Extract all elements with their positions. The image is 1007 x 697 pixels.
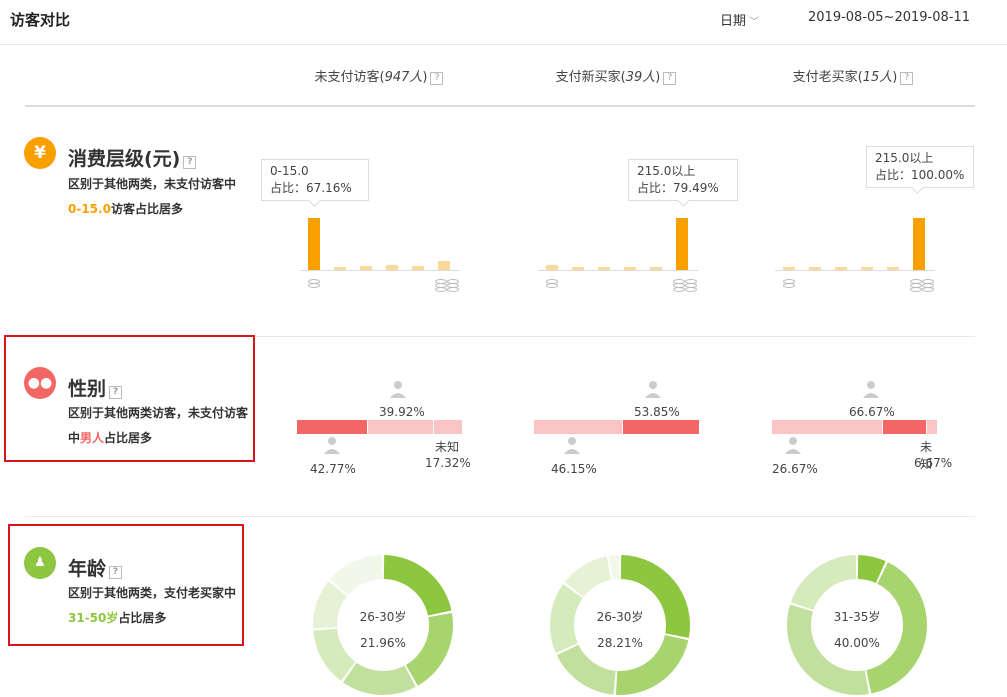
coin-icon bbox=[435, 279, 447, 284]
female-percent: 53.85% bbox=[634, 405, 680, 419]
unknown-bar bbox=[434, 420, 462, 434]
column-header-unpaid: 未支付访客(947人)? bbox=[279, 66, 479, 85]
female-bar bbox=[534, 420, 622, 434]
spending-bar[interactable] bbox=[438, 261, 450, 270]
header-divider bbox=[0, 44, 1007, 45]
spending-tooltip: 215.0以上 占比：100.00% bbox=[866, 146, 974, 188]
chart-baseline bbox=[300, 270, 460, 271]
age-donut-slice[interactable] bbox=[342, 662, 416, 695]
spending-bar[interactable] bbox=[624, 266, 636, 270]
section-desc-age: 区别于其他两类，支付老买家中31-50岁占比居多 bbox=[68, 586, 237, 625]
male-person-icon bbox=[324, 437, 340, 454]
chart-baseline bbox=[775, 270, 935, 271]
section-desc-gender: 区别于其他两类访客，未支付访客中男人占比居多 bbox=[68, 406, 249, 445]
female-percent: 66.67% bbox=[849, 405, 895, 419]
spending-bar[interactable] bbox=[308, 218, 320, 270]
date-dropdown[interactable]: 日期 ﹀ bbox=[720, 10, 759, 29]
age-donut-slice[interactable] bbox=[608, 555, 620, 580]
column-divider bbox=[25, 105, 975, 107]
family-icon: ♟ bbox=[24, 547, 56, 579]
coin-icon bbox=[447, 279, 459, 284]
section-desc-spending: 区别于其他两类，未支付访客中0-15.0访客占比居多 bbox=[68, 177, 237, 216]
gender-chart: 53.85% 46.15% bbox=[534, 378, 704, 478]
female-bar bbox=[368, 420, 433, 434]
column-header-old-buyers: 支付老买家(15人)? bbox=[753, 66, 953, 85]
unknown-percent: 6.67% bbox=[914, 456, 953, 470]
help-icon[interactable]: ? bbox=[900, 72, 914, 85]
male-percent: 46.15% bbox=[551, 462, 597, 476]
spending-bar[interactable] bbox=[334, 267, 346, 270]
male-percent: 26.67% bbox=[772, 462, 818, 476]
male-percent: 42.77% bbox=[310, 462, 356, 476]
spending-bar[interactable] bbox=[412, 266, 424, 270]
coin-icon bbox=[922, 279, 934, 284]
help-icon[interactable]: ? bbox=[183, 156, 197, 169]
female-percent: 39.92% bbox=[379, 405, 425, 419]
coin-icon bbox=[673, 279, 685, 284]
help-icon[interactable]: ? bbox=[430, 72, 444, 85]
donut-center: 31-35岁 40.00% bbox=[833, 610, 881, 650]
male-bar bbox=[297, 420, 367, 434]
age-donut-slice[interactable] bbox=[790, 555, 857, 611]
spending-tooltip: 0-15.0 占比：67.16% bbox=[261, 159, 369, 201]
male-person-icon bbox=[785, 437, 801, 454]
age-donut-slice[interactable] bbox=[550, 584, 583, 653]
chevron-down-icon: ﹀ bbox=[749, 17, 760, 28]
section-title-age: 年龄? bbox=[68, 554, 123, 581]
spending-bar[interactable] bbox=[598, 267, 610, 270]
spending-bar[interactable] bbox=[386, 265, 398, 270]
spending-bar[interactable] bbox=[835, 267, 847, 270]
coin-icon bbox=[308, 279, 320, 284]
unknown-label: 未知 bbox=[435, 440, 460, 454]
spending-bar[interactable] bbox=[650, 266, 662, 270]
donut-center: 26-30岁 21.96% bbox=[359, 610, 407, 650]
coin-icon bbox=[685, 279, 697, 284]
spending-bar[interactable] bbox=[809, 267, 821, 270]
help-icon[interactable]: ? bbox=[109, 386, 123, 399]
section-title-gender: 性别? bbox=[68, 374, 123, 401]
spending-bar[interactable] bbox=[887, 267, 899, 270]
spending-bar[interactable] bbox=[783, 267, 795, 270]
spending-bar[interactable] bbox=[676, 218, 688, 270]
gender-chart: 39.92% 42.77% 未知 17.32% bbox=[297, 378, 471, 478]
spending-bar[interactable] bbox=[913, 218, 925, 270]
section-divider bbox=[25, 516, 975, 517]
date-range: 2019-08-05~2019-08-11 bbox=[808, 10, 970, 25]
coin-icon bbox=[910, 279, 922, 284]
coin-icon bbox=[783, 279, 795, 284]
female-person-icon bbox=[645, 381, 661, 398]
male-bar bbox=[883, 420, 926, 434]
gender-chart: 66.67% 26.67% 未知 6.67% bbox=[772, 378, 952, 478]
spending-tooltip: 215.0以上 占比：79.49% bbox=[628, 159, 738, 201]
section-title-spending: 消费层级(元)? bbox=[68, 144, 197, 171]
spending-bar[interactable] bbox=[572, 267, 584, 270]
donut-center: 26-30岁 28.21% bbox=[596, 610, 644, 650]
date-label: 日期 bbox=[720, 14, 747, 29]
yen-icon: ¥ bbox=[24, 137, 56, 169]
column-header-new-buyers: 支付新买家(39人)? bbox=[516, 66, 716, 85]
help-icon[interactable]: ? bbox=[663, 72, 677, 85]
unknown-bar bbox=[927, 420, 937, 434]
users-icon: ●● bbox=[24, 367, 56, 399]
coin-icon bbox=[546, 279, 558, 284]
unknown-percent: 17.32% bbox=[425, 456, 471, 470]
female-person-icon bbox=[390, 381, 406, 398]
spending-bar[interactable] bbox=[861, 267, 873, 270]
male-bar bbox=[623, 420, 699, 434]
page-title: 访客对比 bbox=[10, 11, 71, 29]
male-person-icon bbox=[564, 437, 580, 454]
spending-bar[interactable] bbox=[360, 266, 372, 270]
help-icon[interactable]: ? bbox=[109, 566, 123, 579]
chart-baseline bbox=[538, 270, 698, 271]
spending-bar[interactable] bbox=[546, 264, 558, 270]
female-bar bbox=[772, 420, 882, 434]
female-person-icon bbox=[863, 381, 879, 398]
